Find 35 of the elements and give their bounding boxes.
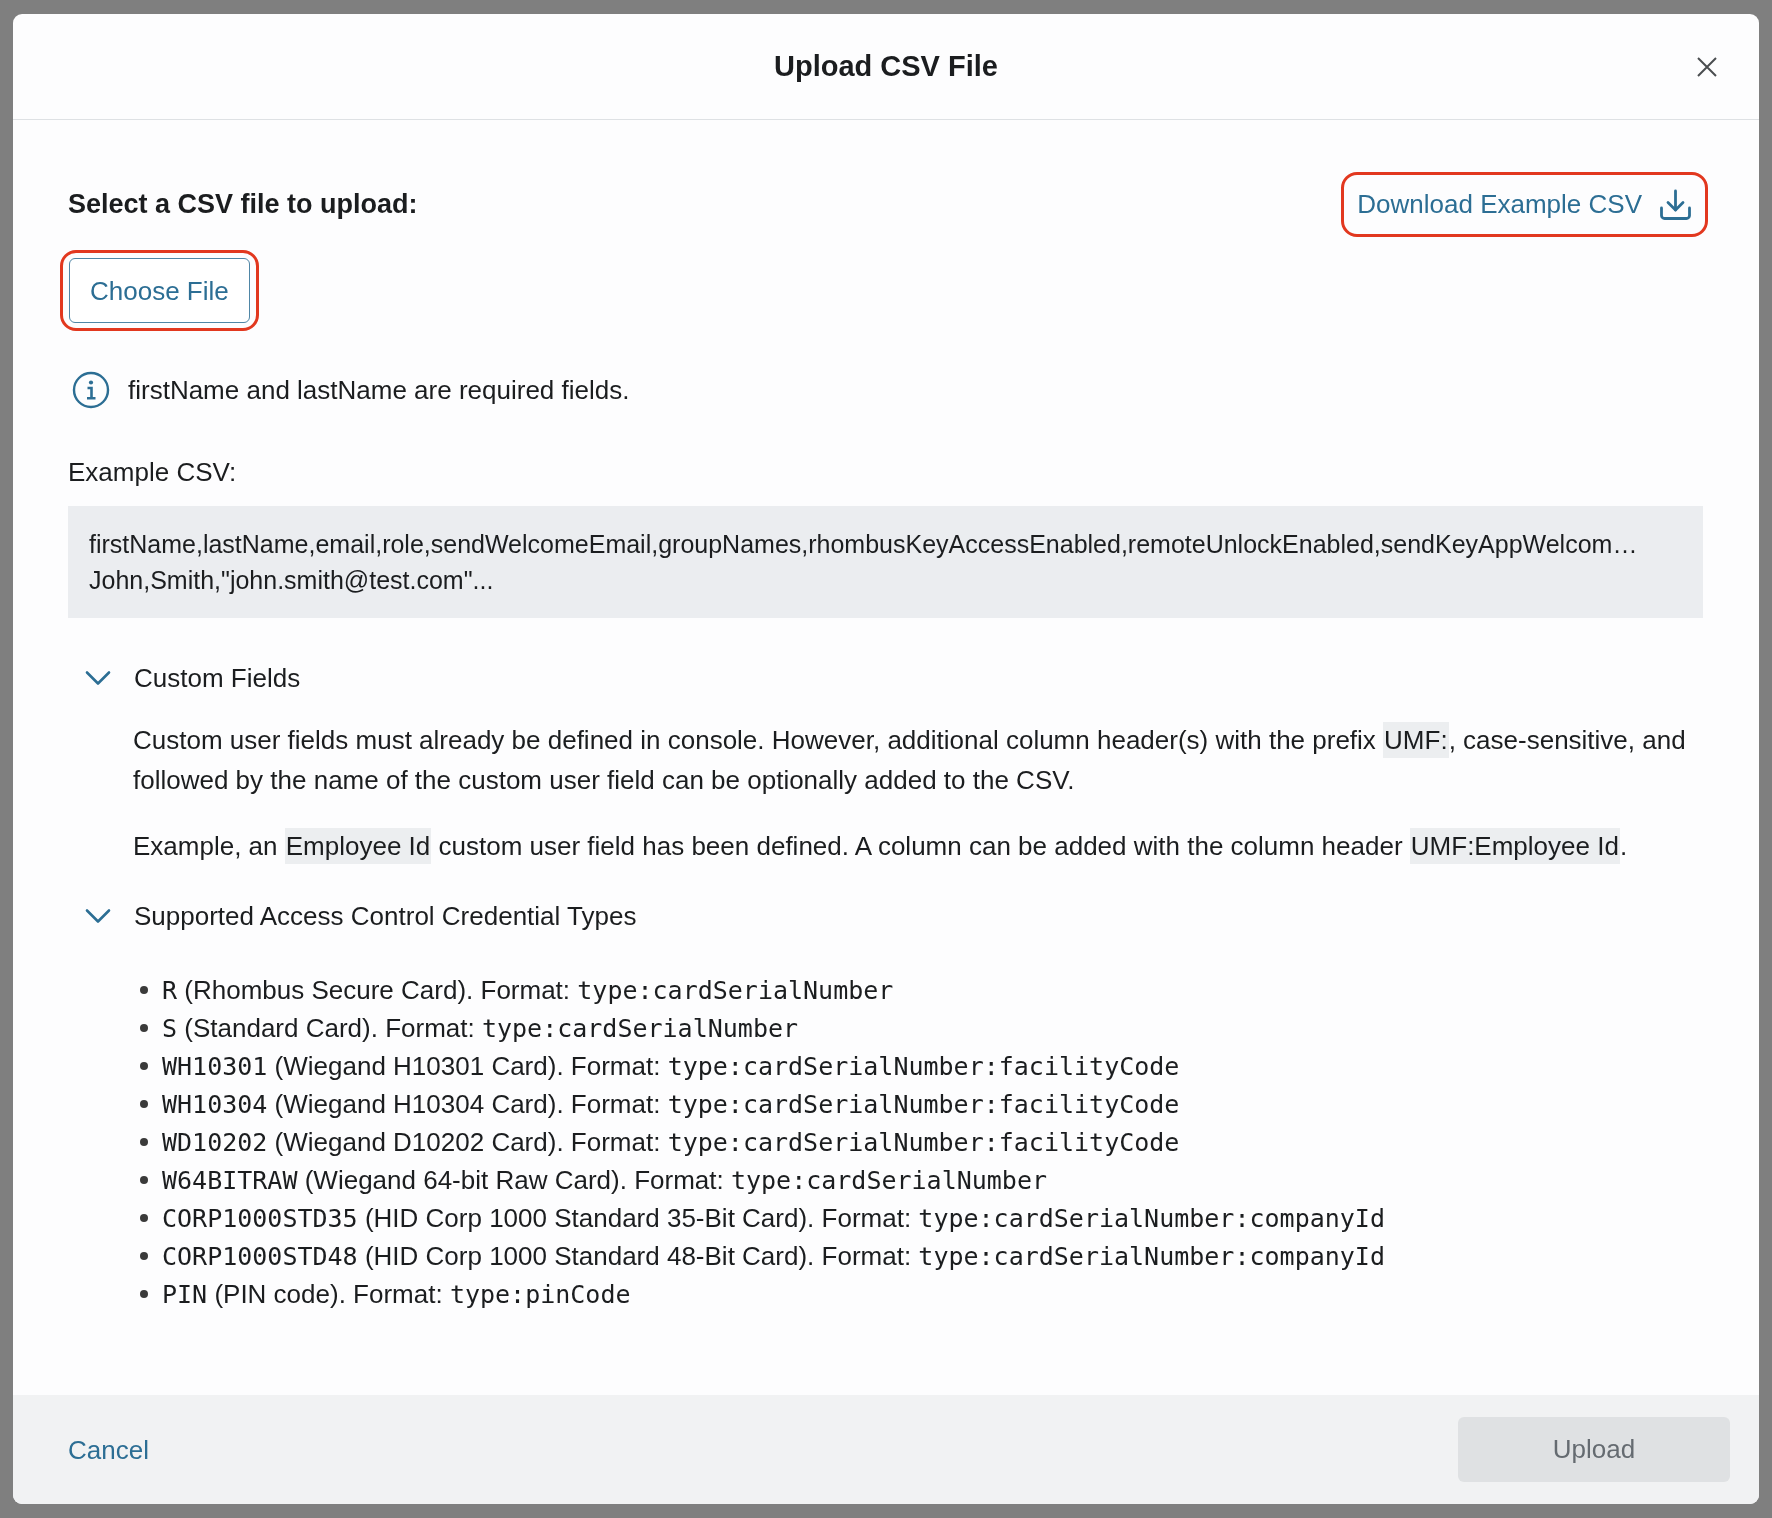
list-item-text: S (Standard Card). Format: type:cardSerialNumber [162,1011,799,1045]
info-text: firstName and lastName are required fields. [128,375,630,405]
list-item-text: CORP1000STD48 (HID Corp 1000 Standard 48-Bit Card). Format: type:cardSerialNumber:companyId [162,1239,1385,1273]
download-link[interactable]: Download Example CSV [1357,187,1692,222]
section-toggle[interactable]: Custom Fields [68,663,301,693]
dialog-title: Upload CSV File [774,49,998,84]
list-item-text: WH10301 (Wiegand H10301 Card). Format: type:cardSerialNumber:facilityCode [162,1049,1180,1083]
bullet-icon [140,1062,148,1070]
download-icon [1659,188,1692,221]
bullet-icon [140,1100,148,1108]
bullet-icon [140,1214,148,1222]
close-button[interactable] [1696,55,1718,78]
list-item-text: W64BITRAW (Wiegand 64-bit Raw Card). Format: type:cardSerialNumber [162,1163,1047,1197]
list-item-text: R (Rhombus Secure Card). Format: type:cardSerialNumber [162,973,894,1007]
section-toggle[interactable]: Supported Access Control Credential Types [68,901,637,931]
bullet-icon [140,1176,148,1184]
bullet-icon [140,986,148,994]
cancel-link[interactable]: Cancel [68,1434,149,1465]
example-label: Example CSV: [68,457,238,487]
list-item-text: PIN (PIN code). Format: type:pinCode [162,1277,631,1311]
list-item-text: WD10202 (Wiegand D10202 Card). Format: type:cardSerialNumber:facilityCode [162,1125,1180,1159]
bullet-icon [140,1290,148,1298]
list-item-text: CORP1000STD35 (HID Corp 1000 Standard 35-Bit Card). Format: type:cardSerialNumber:companyId [162,1201,1385,1235]
bullet-icon [140,1252,148,1260]
list-item-text: WH10304 (Wiegand H10304 Card). Format: type:cardSerialNumber:facilityCode [162,1087,1180,1121]
upload-prompt: Select a CSV file to upload: [68,188,418,221]
choose-file-button[interactable]: Choose File [69,258,250,323]
code-line: John,Smith,"john.smith@test.com"... [89,565,494,596]
close-icon [1697,56,1717,77]
paragraph: Custom user fields must already be defined in console. However, additional column header(s) with the prefix UMF:, case-sensitive, and followed by the name of the custom user field can be optionally added to the CSV. [133,720,1703,800]
bullet-icon [140,1024,148,1032]
code-line: firstName,lastName,email,role,sendWelcomeEmail,groupNames,rhombusKeyAccessEnabled,remoteUnlockEnabled,sendKeyAppWelcom… [89,529,1638,560]
bullet-icon [140,1138,148,1146]
paragraph: Example, an Employee Id custom user field has been defined. A column can be added with the column header UMF:Employee Id. [133,826,1703,866]
info-icon [72,371,110,409]
